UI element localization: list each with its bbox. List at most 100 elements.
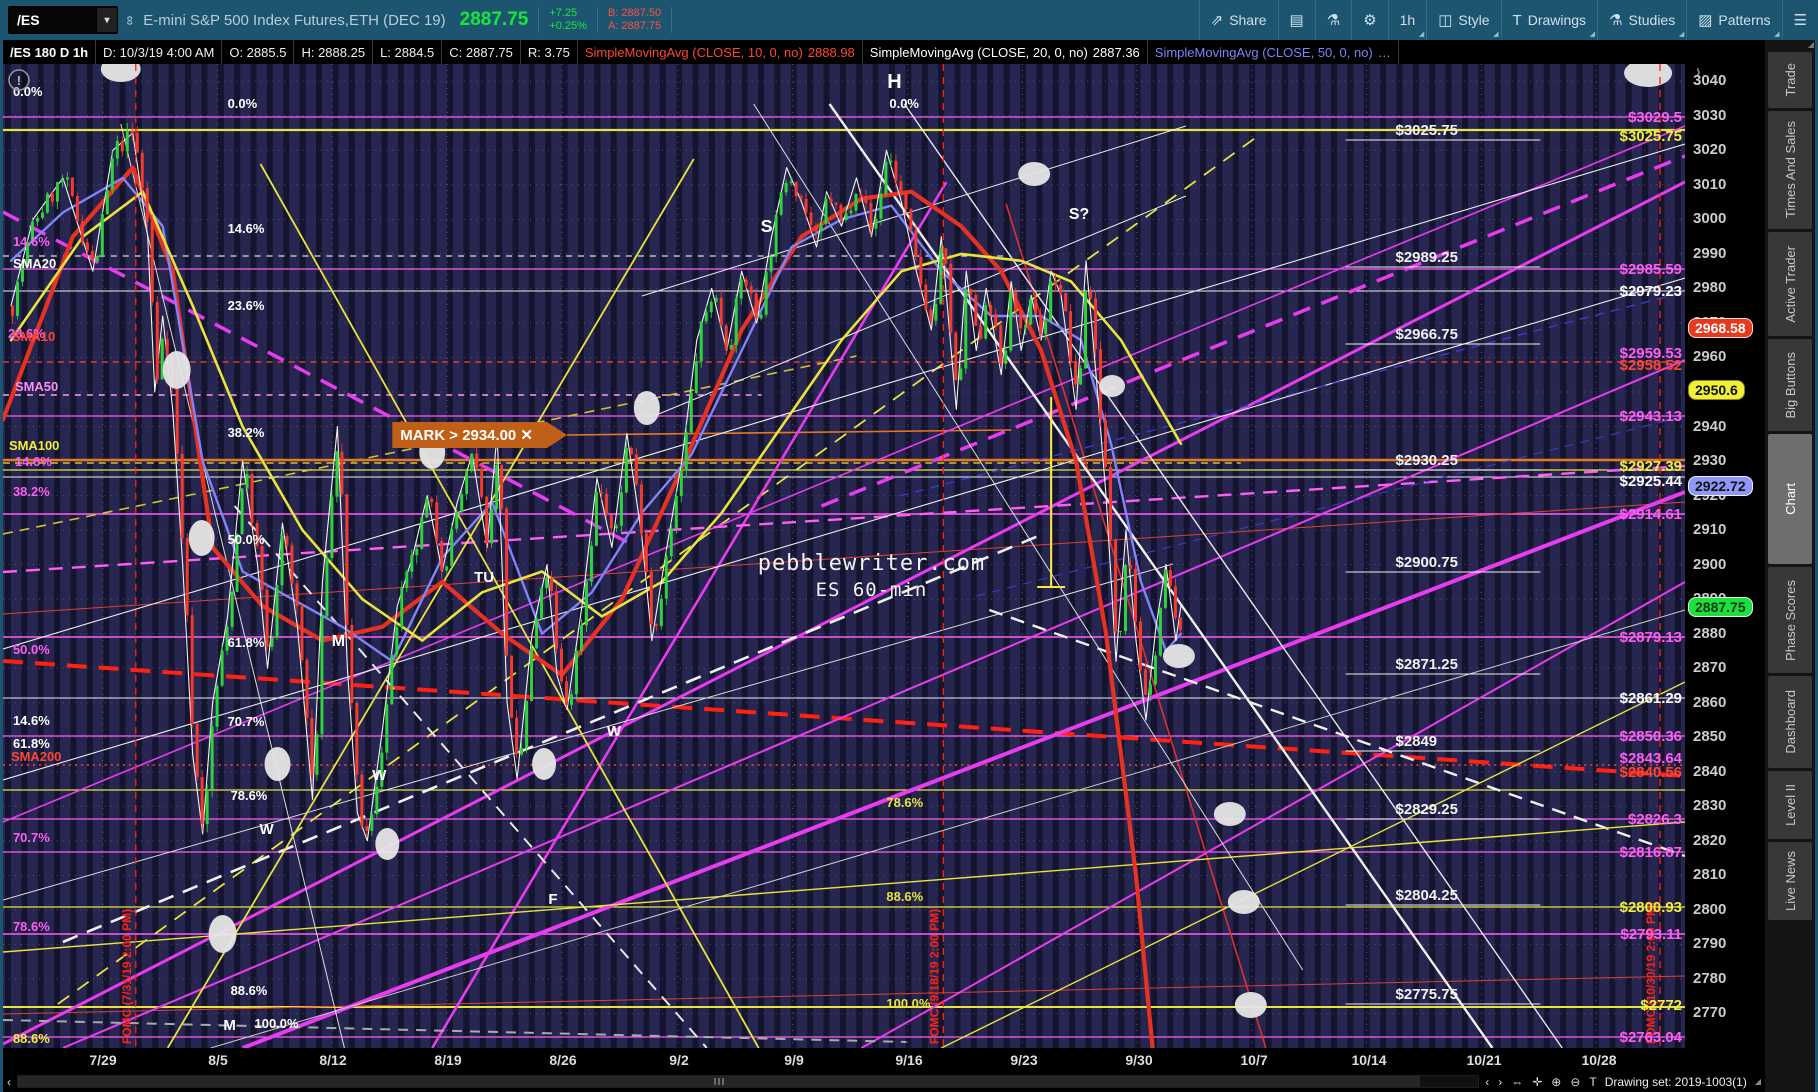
header-segment-value: 2887.36 (1092, 44, 1140, 60)
symbol-input[interactable]: /ES ▾ (8, 6, 118, 34)
fib-label: 14.6% (13, 713, 50, 728)
pan-left-icon[interactable]: ‹ (1485, 1075, 1489, 1089)
sidebar-tab-label: Active Trader (1782, 245, 1798, 323)
drawings-button-icon: T (1512, 11, 1522, 29)
header-segment-text: D: 10/3/19 4:00 AM (103, 44, 215, 60)
price-tick: 2860 (1693, 693, 1727, 711)
level-label: $2914.61 (1620, 506, 1682, 523)
mark-callout-text: MARK > 2934.00 ✕ (400, 427, 533, 444)
header-segment-text: R: 3.75 (527, 44, 570, 60)
drawings-button-caret-icon: ◢ (1589, 31, 1596, 38)
pan-right-icon[interactable]: › (1498, 1075, 1502, 1089)
target-label: $2804.25 (1396, 887, 1458, 904)
plot-row: FOMC (7/31/19 2:00 PM) FOMC (9/18/19 2:00… (3, 64, 1765, 1048)
sidebar-tab-level-ii[interactable]: Level II (1768, 771, 1812, 839)
sidebar-tab-label: Chart (1782, 483, 1798, 515)
header-segment-4: L: 2884.5 (373, 40, 443, 64)
time-axis[interactable]: 7/29 8/5 8/12 8/19 8/26 9/2 9/9 9/16 9/23 9/30 10/… (3, 1048, 1765, 1074)
sidebar-tab-big-buttons[interactable]: Big Buttons (1768, 339, 1812, 431)
price-tick: 3000 (1693, 210, 1727, 228)
mark-callout: MARK > 2934.00 ✕ (392, 422, 567, 448)
wave-letter: TU (474, 569, 494, 586)
drawings-button[interactable]: T Drawings ◢ (1500, 0, 1598, 40)
fib-label: 14.6% (15, 454, 52, 469)
style-button-label: Style (1458, 12, 1490, 28)
zoom-out-icon[interactable]: ⊖ (1570, 1075, 1580, 1089)
fib-label: 23.6% (228, 298, 265, 313)
scrollbar-thumb[interactable] (18, 1076, 1420, 1087)
highlight-oval (633, 391, 660, 425)
studies-button-caret-icon: ◢ (1678, 31, 1685, 38)
target-label: $2849 (1396, 733, 1438, 750)
level-label: $2816.87 (1620, 844, 1682, 861)
sidebar-tab-times-and-sales[interactable]: Times And Sales (1768, 111, 1812, 229)
price-axis[interactable]: ⌇ 30403030302030103000299029802970296029… (1685, 64, 1765, 1048)
price-tick: 2990 (1693, 244, 1727, 262)
level-label: $2985.59 (1620, 261, 1682, 278)
wave-letter: F (548, 891, 557, 908)
text-note-icon[interactable]: T (1589, 1075, 1596, 1089)
pan-mode-icon[interactable]: ✛ (1532, 1075, 1542, 1089)
sidebar-tab-trade[interactable]: Trade (1768, 52, 1812, 108)
fib-label: 0.0% (228, 96, 258, 111)
level-label: $2840.56 (1620, 764, 1682, 781)
style-button[interactable]: ◫ Style ◢ (1426, 0, 1500, 40)
panel-resize-icon[interactable]: ◢ (1808, 40, 1814, 49)
scrollbar-grip[interactable] (713, 1078, 724, 1085)
watermark-line1: pebblewriter.com (758, 551, 985, 576)
fib-label: 100.0% (255, 1016, 299, 1031)
header-segment-text: H: 2888.25 (301, 44, 366, 60)
level-label: $2772 (1640, 997, 1682, 1014)
news-button[interactable]: ▤ (1277, 0, 1315, 40)
patterns-button[interactable]: ▨ Patterns ◢ (1686, 0, 1781, 40)
time-tick: 10/21 (1466, 1052, 1502, 1068)
fib-label: 88.6% (886, 889, 923, 904)
fib-label: 14.6% (13, 234, 50, 249)
chart-plot-area[interactable]: FOMC (7/31/19 2:00 PM) FOMC (9/18/19 2:00… (3, 64, 1685, 1048)
fib-label: SMA10 (12, 329, 55, 344)
quick-study-button[interactable]: ⚗ (1314, 0, 1351, 40)
symbol-text: /ES (17, 12, 40, 28)
price-tick: 2770 (1693, 1004, 1727, 1022)
drawing-set-label[interactable]: Drawing set: 2019-1003(1) (1605, 1075, 1747, 1089)
target-label: $2829.25 (1396, 801, 1458, 818)
link-icon[interactable]: ∞ (123, 15, 138, 24)
header-segment-text: L: 2884.5 (380, 44, 435, 60)
sidebar-tab-live-news[interactable]: Live News (1768, 842, 1812, 920)
sidebar-tab-dashboard[interactable]: Dashboard (1768, 676, 1812, 768)
highlight-oval (532, 748, 557, 780)
status-bar: ‹ ‹ › ⇔ ✛ ⊕ ⊖ T Drawing set: 2019-1003(1) ◢ (3, 1074, 1765, 1089)
time-tick: 9/16 (895, 1052, 923, 1068)
sidebar-tab-label: Dashboard (1782, 690, 1798, 754)
settings-button[interactable]: ⚙ (1351, 0, 1387, 40)
sidebar-tab-active-trader[interactable]: Active Trader (1768, 232, 1812, 336)
interval-button[interactable]: 1h ◢ (1387, 0, 1427, 40)
price-tick: 2960 (1693, 348, 1727, 366)
bid-ask: B: 2887.50 A: 2887.75 (596, 7, 673, 33)
expand-icon[interactable]: ⇔ (1511, 1075, 1523, 1089)
highlight-oval (188, 520, 215, 556)
top-toolbar: /ES ▾ ∞ E-mini S&P 500 Index Futures,ETH… (0, 0, 1818, 40)
level-label: $2850.36 (1620, 728, 1682, 745)
header-segment-8: SimpleMovingAvg (CLOSE, 20, 0, no) 2887.3… (863, 40, 1148, 64)
last-price: 2887.75 (459, 9, 529, 30)
price-tick: 2830 (1693, 797, 1727, 815)
highlight-oval (1018, 162, 1051, 186)
price-tick: 2790 (1693, 935, 1727, 953)
level-label: $2826.3 (1628, 811, 1682, 828)
scroll-left-icon[interactable]: ‹ (7, 1075, 11, 1089)
sidebar-tab-phase-scores[interactable]: Phase Scores (1768, 567, 1812, 673)
symbol-dropdown-caret-icon[interactable]: ▾ (96, 8, 117, 32)
fib-label: 38.2% (13, 484, 50, 499)
share-button[interactable]: ⇗ Share (1198, 0, 1278, 40)
studies-button[interactable]: ⚗ Studies ◢ (1597, 0, 1686, 40)
highlight-oval (1234, 992, 1267, 1018)
chart-svg: FOMC (7/31/19 2:00 PM) FOMC (9/18/19 2:00… (3, 64, 1685, 1048)
sidebar-tab-chart[interactable]: Chart (1768, 434, 1812, 564)
time-tick: 10/28 (1581, 1052, 1617, 1068)
drawing-set-caret-icon[interactable]: ◢ (1755, 1077, 1761, 1086)
time-tick: 9/30 (1125, 1052, 1153, 1068)
menu-button[interactable]: ☰ (1781, 0, 1818, 40)
chart-scrollbar[interactable] (17, 1075, 1480, 1088)
zoom-in-icon[interactable]: ⊕ (1551, 1075, 1561, 1089)
